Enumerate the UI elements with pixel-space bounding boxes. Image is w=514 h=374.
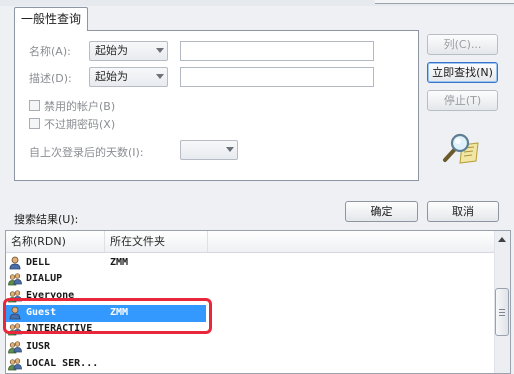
annotation-highlight-box [3,298,212,334]
user-icon [9,256,21,270]
window-top-edge [375,0,514,4]
result-row[interactable]: LOCAL SER... [6,356,494,372]
chevron-down-icon [156,74,164,79]
description-match-value: 起始为 [95,70,128,83]
tab-general-query[interactable]: 一般性查询 [14,7,88,31]
find-now-button[interactable]: 立即查找(N) [427,62,498,83]
description-label: 描述(D): [29,72,72,85]
result-folder: ZMM [110,257,129,268]
description-input[interactable] [180,67,374,87]
column-header-folder[interactable]: 所在文件夹 [105,231,208,252]
results-list-header: 名称(RDN) 所在文件夹 [6,231,494,253]
scroll-up-arrow-icon[interactable] [498,237,506,242]
result-name: IUSR [26,341,51,352]
result-row[interactable]: IUSR [6,339,494,355]
group-icon [8,273,22,286]
no-expire-password-checkbox[interactable] [29,118,40,129]
name-label: 名称(A): [29,45,71,58]
cancel-button[interactable]: 取消 [427,201,499,222]
chevron-down-icon [156,48,164,53]
column-header-name[interactable]: 名称(RDN) [6,231,105,252]
result-row[interactable]: DELL ZMM [6,255,494,271]
name-match-select[interactable]: 起始为 [89,41,168,61]
stop-button[interactable]: 停止(T) [427,90,498,111]
columns-button[interactable]: 列(C)... [427,34,498,55]
group-icon [8,341,22,354]
scrollbar-grip-line [499,312,505,313]
scrollbar-grip-line [499,315,505,316]
no-expire-password-label: 不过期密码(X) [44,118,116,131]
result-name: LOCAL SER... [26,358,99,369]
disabled-accounts-checkbox[interactable] [29,100,40,111]
days-since-logon-select[interactable] [180,140,238,160]
chevron-down-icon [226,147,234,152]
search-animation-icon [443,133,479,164]
name-input[interactable] [180,41,374,61]
disabled-accounts-label: 禁用的帐户(B) [44,100,116,113]
days-since-logon-label: 自上次登录后的天数(I): [29,146,144,159]
scrollbar-grip-line [499,309,505,310]
result-name: DELL [26,257,51,268]
result-row[interactable]: DIALUP [6,271,494,287]
description-match-select[interactable]: 起始为 [89,67,168,87]
search-results-label: 搜索结果(U): [14,213,79,226]
ok-button[interactable]: 确定 [345,201,418,222]
group-icon [8,358,22,371]
result-name: DIALUP [26,273,63,284]
name-match-value: 起始为 [95,44,128,57]
